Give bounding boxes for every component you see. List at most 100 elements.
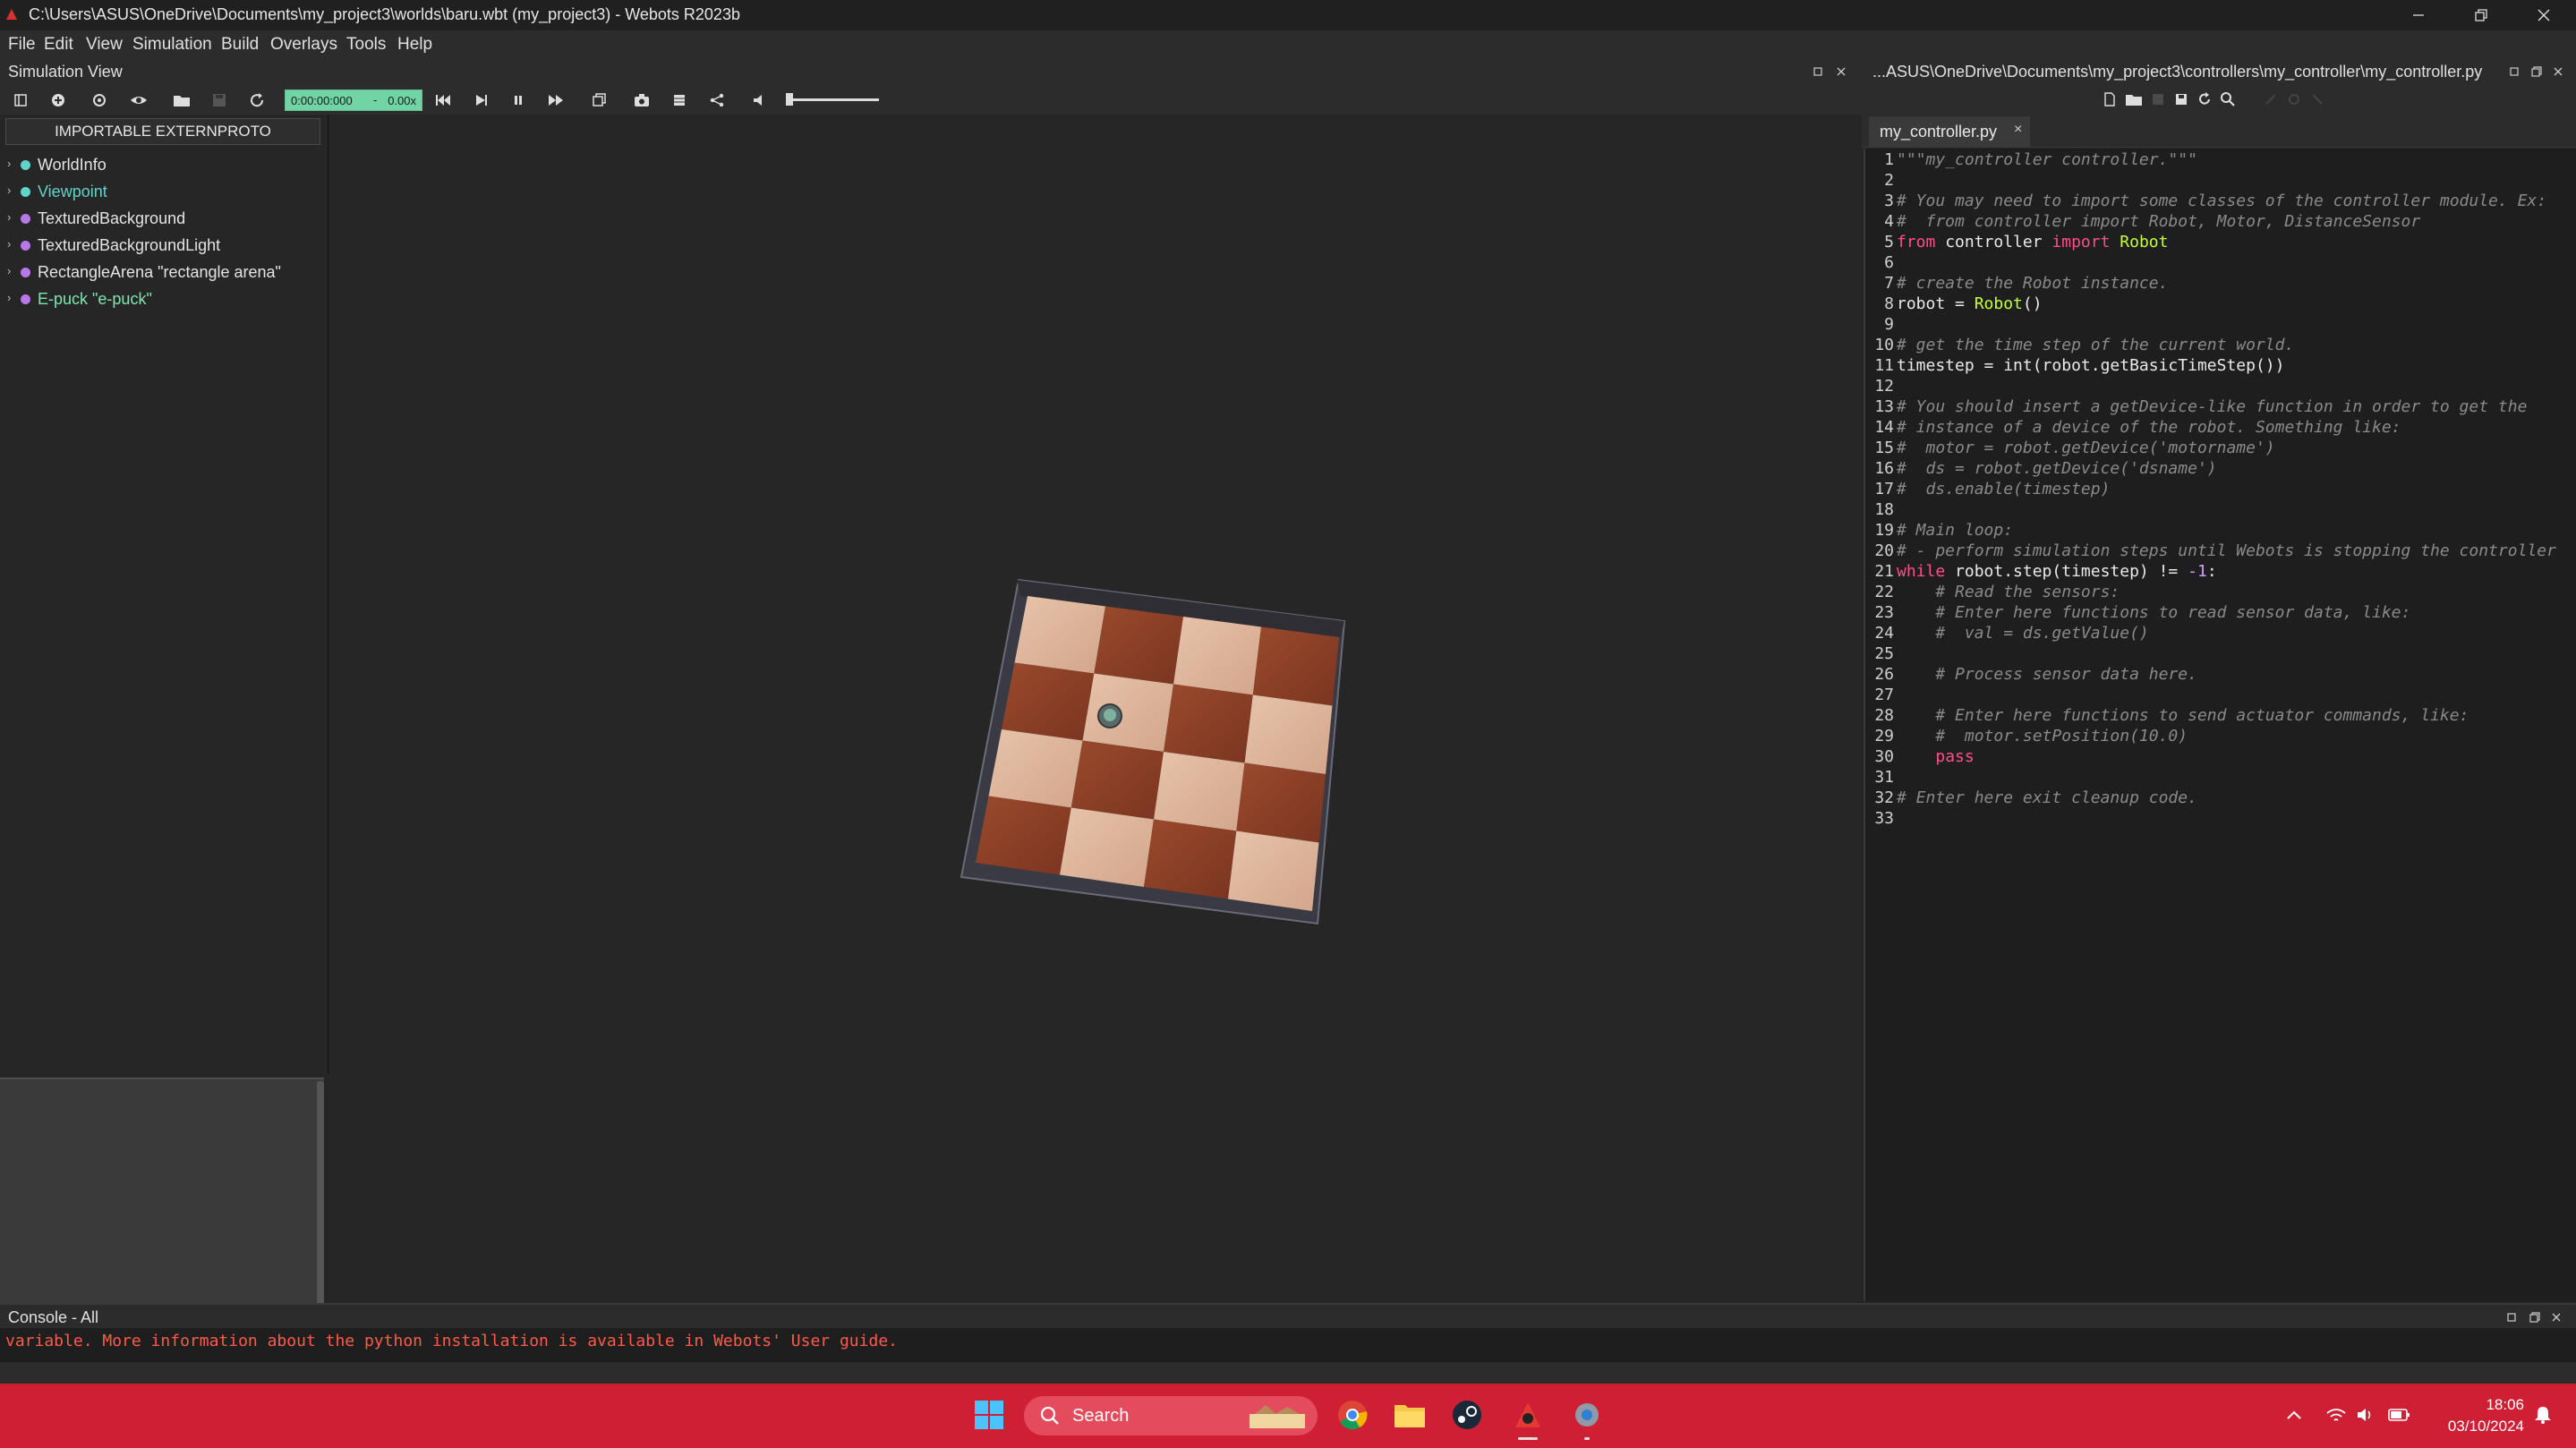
open-world-button[interactable]: [170, 89, 193, 111]
reset-simulation-button[interactable]: [431, 89, 455, 111]
chevron-up-icon[interactable]: [2286, 1409, 2302, 1421]
code-line[interactable]: 9: [1865, 315, 1894, 336]
code-line[interactable]: 11 timestep = int(robot.getBasicTimeStep(…: [1865, 356, 2284, 377]
code-line[interactable]: 6: [1865, 253, 1894, 274]
console-output[interactable]: variable. More information about the pyt…: [0, 1328, 2576, 1362]
float-panel-icon[interactable]: [2509, 66, 2520, 77]
code-editor[interactable]: 1 """my_controller controller.""" 2 3 # You …: [1864, 149, 2576, 1301]
screenshot-button[interactable]: [630, 89, 653, 111]
wifi-icon[interactable]: [2325, 1407, 2347, 1423]
expand-arrow-icon[interactable]: ›: [7, 183, 11, 197]
code-line[interactable]: 3 # You may need to import some classes o…: [1865, 192, 2546, 212]
toggle-scene-tree-button[interactable]: [9, 89, 32, 111]
steam-taskbar-button[interactable]: [1446, 1394, 1488, 1435]
find-icon[interactable]: [2220, 91, 2236, 107]
add-node-button[interactable]: [47, 89, 70, 111]
step-button[interactable]: [469, 89, 492, 111]
revert-icon[interactable]: [2196, 91, 2213, 107]
menu-tools[interactable]: Tools: [346, 35, 386, 55]
code-line[interactable]: 18: [1865, 500, 1894, 521]
code-line[interactable]: 12: [1865, 377, 1894, 397]
code-line[interactable]: 10 # get the time step of the current wor…: [1865, 336, 2294, 356]
code-line[interactable]: 14 # instance of a device of the robot. S…: [1865, 418, 2401, 439]
code-line[interactable]: 5 from controller import Robot: [1865, 233, 2168, 253]
code-line[interactable]: 24 # val = ds.getValue(): [1865, 624, 2148, 644]
maximize-panel-icon[interactable]: [2529, 1312, 2540, 1323]
share-button[interactable]: [705, 89, 729, 111]
render-toggle-button[interactable]: [587, 89, 610, 111]
expand-arrow-icon[interactable]: ›: [7, 157, 11, 170]
menu-simulation[interactable]: Simulation: [132, 35, 212, 55]
code-line[interactable]: 30 pass: [1865, 747, 1974, 768]
restore-button[interactable]: [2452, 0, 2510, 30]
code-line[interactable]: 21 while robot.step(timestep) != -1:: [1865, 562, 2216, 583]
menu-edit[interactable]: Edit: [44, 35, 73, 55]
tree-item-texturedbackground[interactable]: › TexturedBackground: [0, 206, 322, 231]
menu-overlays[interactable]: Overlays: [270, 35, 337, 55]
code-line[interactable]: 7 # create the Robot instance.: [1865, 274, 2168, 294]
open-file-icon[interactable]: [2125, 91, 2143, 107]
epuck-robot[interactable]: [1097, 703, 1122, 728]
float-panel-icon[interactable]: [2506, 1312, 2517, 1323]
maximize-panel-icon[interactable]: [2531, 66, 2542, 77]
code-line[interactable]: 2: [1865, 171, 1894, 192]
arena-render[interactable]: [329, 115, 1862, 1301]
battery-icon[interactable]: [2388, 1407, 2411, 1423]
menu-help[interactable]: Help: [397, 35, 432, 55]
code-line[interactable]: 8 robot = Robot(): [1865, 294, 2042, 315]
volume-icon[interactable]: [2356, 1407, 2376, 1423]
code-line[interactable]: 23 # Enter here functions to read sensor…: [1865, 603, 2410, 624]
menu-file[interactable]: File: [8, 35, 36, 55]
code-line[interactable]: 17 # ds.enable(timestep): [1865, 480, 2110, 500]
tree-item-texturedbackgroundlight[interactable]: › TexturedBackgroundLight: [0, 233, 322, 258]
reload-world-button[interactable]: [245, 89, 269, 111]
code-line[interactable]: 33: [1865, 809, 1894, 830]
close-button[interactable]: [2515, 0, 2572, 30]
code-line[interactable]: 29 # motor.setPosition(10.0): [1865, 727, 2188, 747]
record-movie-button[interactable]: [668, 89, 691, 111]
expand-arrow-icon[interactable]: ›: [7, 210, 11, 224]
notification-bell-icon[interactable]: [2533, 1405, 2553, 1425]
webots-taskbar-button[interactable]: [1507, 1394, 1548, 1440]
fast-forward-button[interactable]: [544, 89, 567, 111]
code-line[interactable]: 22 # Read the sensors:: [1865, 583, 2120, 603]
code-line[interactable]: 16 # ds = robot.getDevice('dsname'): [1865, 459, 2216, 480]
chrome-taskbar-button[interactable]: [1332, 1394, 1373, 1435]
save-all-icon[interactable]: [2173, 91, 2189, 107]
new-file-icon[interactable]: [2102, 91, 2118, 107]
code-line[interactable]: 31: [1865, 768, 1894, 788]
code-line[interactable]: 27: [1865, 686, 1894, 706]
tab-my-controller[interactable]: my_controller.py ×: [1869, 116, 2030, 147]
visibility-button[interactable]: [127, 89, 150, 111]
importable-externproto-button[interactable]: IMPORTABLE EXTERNPROTO: [5, 118, 320, 145]
code-line[interactable]: 19 # Main loop:: [1865, 521, 2013, 541]
tree-item-viewpoint[interactable]: › Viewpoint: [0, 179, 322, 204]
file-explorer-taskbar-button[interactable]: [1389, 1394, 1430, 1435]
minimize-button[interactable]: [2390, 0, 2447, 30]
tree-item-worldinfo[interactable]: › WorldInfo: [0, 152, 322, 177]
menu-build[interactable]: Build: [221, 35, 259, 55]
float-panel-icon[interactable]: [1813, 66, 1823, 77]
close-tab-icon[interactable]: ×: [2014, 122, 2022, 138]
code-line[interactable]: 13 # You should insert a getDevice-like f…: [1865, 397, 2527, 418]
code-line[interactable]: 15 # motor = robot.getDevice('motorname'): [1865, 439, 2274, 459]
3d-view[interactable]: [329, 115, 1862, 1301]
expand-arrow-icon[interactable]: ›: [7, 237, 11, 251]
code-line[interactable]: 20 # - perform simulation steps until Web…: [1865, 541, 2556, 562]
settings-taskbar-button[interactable]: [1566, 1394, 1608, 1440]
expand-arrow-icon[interactable]: ›: [7, 291, 11, 304]
menu-view[interactable]: View: [86, 35, 123, 55]
code-line[interactable]: 25: [1865, 644, 1894, 665]
tree-item-epuck[interactable]: › E-puck "e-puck": [0, 286, 322, 311]
code-line[interactable]: 1 """my_controller controller.""": [1865, 150, 2197, 171]
close-panel-icon[interactable]: [2551, 1312, 2562, 1323]
code-line[interactable]: 4 # from controller import Robot, Motor, …: [1865, 212, 2420, 233]
start-button[interactable]: [968, 1394, 1010, 1435]
taskbar-search[interactable]: Search: [1024, 1396, 1318, 1435]
system-clock[interactable]: 18:06 03/10/2024: [2417, 1394, 2524, 1437]
tree-item-rectanglearena[interactable]: › RectangleArena "rectangle arena": [0, 260, 322, 285]
code-line[interactable]: 26 # Process sensor data here.: [1865, 665, 2197, 686]
pause-button[interactable]: [507, 89, 530, 111]
volume-slider[interactable]: [786, 93, 879, 106]
expand-arrow-icon[interactable]: ›: [7, 264, 11, 277]
